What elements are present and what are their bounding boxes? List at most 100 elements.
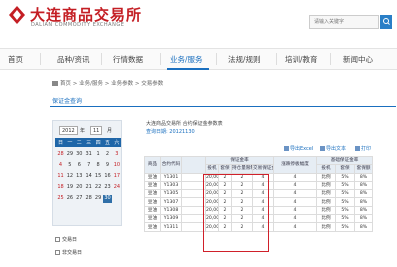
table-cell: 比例 bbox=[316, 205, 337, 216]
calendar-day[interactable]: 26 bbox=[65, 195, 74, 203]
weekday-5: 五 bbox=[104, 140, 110, 146]
calendar: 2012 年 11 月 日一二三四五六 28 29 30 31 1 2 3 4 5 6 7 8 9 10 1… bbox=[52, 120, 122, 226]
year-label: 年 bbox=[80, 128, 86, 134]
calendar-day[interactable]: 31 bbox=[84, 151, 93, 159]
table-cell: 比例 bbox=[316, 189, 337, 199]
table-cell: 5% bbox=[335, 172, 356, 182]
weekday-6: 六 bbox=[114, 140, 120, 146]
table-cell: 豆油 bbox=[144, 205, 161, 216]
nav-active-indicator bbox=[167, 68, 209, 70]
calendar-day[interactable]: 18 bbox=[56, 184, 65, 192]
month-select[interactable]: 11 bbox=[90, 126, 103, 135]
print-icon bbox=[355, 146, 360, 151]
calendar-day[interactable]: 16 bbox=[103, 173, 112, 181]
weekday-header: 日一二三四五六 bbox=[55, 138, 121, 147]
table-cell bbox=[181, 214, 206, 224]
weekday-4: 四 bbox=[95, 140, 101, 146]
calendar-day[interactable]: 28 bbox=[56, 151, 65, 159]
table-cell: Y1305 bbox=[160, 189, 182, 199]
table-cell: 比例 bbox=[316, 222, 337, 232]
calendar-day[interactable]: 19 bbox=[65, 184, 74, 192]
calendar-day[interactable]: 13 bbox=[75, 173, 84, 181]
nav-training[interactable]: 培训/教育 bbox=[285, 54, 318, 65]
home-icon bbox=[52, 81, 58, 86]
calendar-day[interactable]: 17 bbox=[112, 173, 121, 181]
group-base: 基础保证金率 bbox=[316, 155, 374, 166]
table-cell: 豆油 bbox=[144, 197, 161, 207]
table-cell: 8% bbox=[354, 222, 374, 232]
col-commodity: 商品 bbox=[144, 156, 161, 174]
calendar-day[interactable]: 29 bbox=[94, 195, 103, 203]
calendar-day[interactable]: 28 bbox=[84, 195, 93, 203]
report-title: 大连商品交易所 合约保证金参数表 bbox=[146, 121, 223, 127]
col-contract: 合约代码 bbox=[160, 156, 182, 174]
calendar-day[interactable]: 15 bbox=[94, 173, 103, 181]
table-cell: 豆油 bbox=[144, 189, 161, 199]
text-icon bbox=[320, 146, 325, 151]
table-cell: 5% bbox=[335, 214, 356, 224]
calendar-day[interactable]: 25 bbox=[56, 195, 65, 203]
calendar-day[interactable]: 1 bbox=[94, 151, 103, 159]
year-select[interactable]: 2012 bbox=[59, 126, 78, 135]
group-limit: 涨跌停板幅度 bbox=[273, 156, 318, 174]
calendar-day[interactable]: 4 bbox=[56, 162, 65, 170]
tab-margin-query[interactable]: 保证金查询 bbox=[52, 96, 82, 105]
calendar-day[interactable]: 14 bbox=[84, 173, 93, 181]
calendar-day[interactable]: 3 bbox=[112, 151, 121, 159]
search-input[interactable] bbox=[309, 15, 379, 29]
calendar-day[interactable]: 10 bbox=[112, 162, 121, 170]
table-cell: 5% bbox=[335, 222, 356, 232]
table-cell: Y1303 bbox=[160, 180, 182, 191]
print-button[interactable]: 打印 bbox=[355, 145, 371, 152]
logo-subtitle: DALIAN COMMODITY EXCHANGE bbox=[31, 22, 125, 28]
search-icon[interactable] bbox=[380, 15, 392, 29]
weekday-3: 三 bbox=[86, 140, 92, 146]
calendar-day[interactable]: 9 bbox=[103, 162, 112, 170]
table-cell: 4 bbox=[273, 172, 318, 182]
table-cell: 4 bbox=[273, 180, 318, 191]
calendar-day[interactable]: 30 bbox=[103, 195, 112, 203]
calendar-day[interactable]: 27 bbox=[75, 195, 84, 203]
table-cell: 5% bbox=[335, 205, 356, 216]
table-cell: 4 bbox=[273, 222, 318, 232]
calendar-day[interactable]: 21 bbox=[84, 184, 93, 192]
nav-rules[interactable]: 法规/规则 bbox=[228, 54, 261, 65]
breadcrumb-services[interactable]: 业务/服务 bbox=[79, 81, 103, 87]
calendar-day[interactable]: 6 bbox=[75, 162, 84, 170]
calendar-day[interactable]: 23 bbox=[103, 184, 112, 192]
table-cell: 5% bbox=[335, 189, 356, 199]
table-cell: 8% bbox=[354, 180, 374, 191]
nav-services[interactable]: 业务/服务 bbox=[170, 54, 203, 65]
calendar-day[interactable]: 11 bbox=[56, 173, 65, 181]
calendar-day[interactable]: 5 bbox=[65, 162, 74, 170]
calendar-day[interactable]: 24 bbox=[112, 184, 121, 192]
table-cell: Y1308 bbox=[160, 205, 182, 216]
calendar-day[interactable]: 22 bbox=[94, 184, 103, 192]
breadcrumb-home[interactable]: 首页 bbox=[60, 81, 71, 87]
table-cell bbox=[181, 197, 206, 207]
main-nav: 首页 品种/资讯 行情数据 业务/服务 法规/规则 培训/教育 新闻中心 bbox=[0, 48, 397, 70]
report-date: 查询日期: 20121130 bbox=[146, 129, 195, 135]
calendar-day[interactable]: 7 bbox=[84, 162, 93, 170]
calendar-day[interactable]: 30 bbox=[75, 151, 84, 159]
calendar-day[interactable]: 20 bbox=[75, 184, 84, 192]
calendar-day[interactable]: 2 bbox=[103, 151, 112, 159]
calendar-day[interactable]: 29 bbox=[65, 151, 74, 159]
export-text-button[interactable]: 导出文本 bbox=[320, 145, 346, 152]
table-cell: Y1309 bbox=[160, 214, 182, 224]
calendar-day[interactable]: 12 bbox=[65, 173, 74, 181]
table-cell: Y1301 bbox=[160, 172, 182, 182]
nav-products[interactable]: 品种/资讯 bbox=[57, 54, 90, 65]
table-cell: 8% bbox=[354, 214, 374, 224]
table-cell: 豆油 bbox=[144, 222, 161, 232]
nav-market-data[interactable]: 行情数据 bbox=[113, 54, 143, 65]
nav-news[interactable]: 新闻中心 bbox=[343, 54, 373, 65]
export-excel-button[interactable]: 导出Excel bbox=[284, 145, 313, 152]
calendar-day[interactable]: 8 bbox=[94, 162, 103, 170]
table-cell: 比例 bbox=[316, 172, 337, 182]
nav-home[interactable]: 首页 bbox=[8, 54, 23, 65]
table-cell: 8% bbox=[354, 172, 374, 182]
breadcrumb-params[interactable]: 业务参数 bbox=[111, 81, 133, 87]
table-cell: 5% bbox=[335, 180, 356, 191]
table-cell bbox=[181, 189, 206, 199]
